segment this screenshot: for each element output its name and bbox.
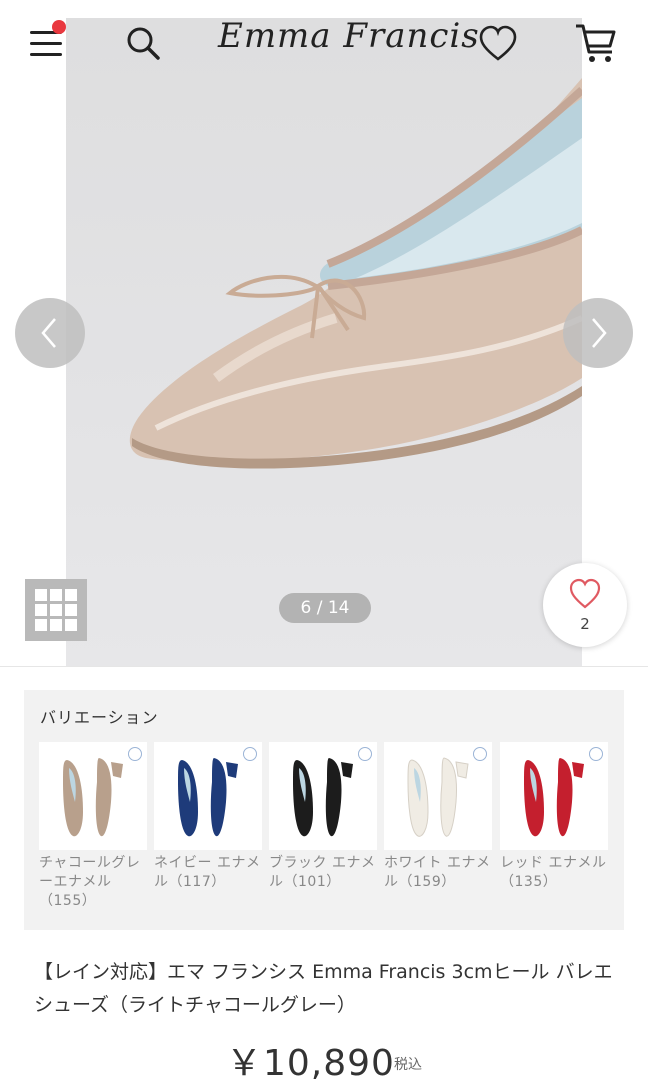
brand-logo[interactable]: Emma Francis	[218, 16, 479, 66]
product-image-gallery[interactable]: 6 / 14 2	[0, 0, 648, 666]
variation-thumbnail	[154, 742, 262, 850]
variation-item[interactable]: ネイビー エナメル（117）	[154, 742, 262, 892]
shoe-image	[129, 78, 582, 469]
variation-label: チャコールグレーエナメル（155）	[39, 855, 141, 909]
variation-item[interactable]: レッド エナメル（135）	[500, 742, 608, 892]
previous-image-button[interactable]	[15, 298, 85, 368]
variation-item[interactable]: ブラック エナメル（101）	[269, 742, 377, 892]
menu-line	[30, 42, 62, 45]
grid-cell	[65, 604, 77, 616]
badge-icon	[473, 747, 487, 761]
grid-cell	[50, 619, 62, 631]
grid-cell	[35, 619, 47, 631]
variation-item[interactable]: ホワイト エナメル（159）	[384, 742, 492, 892]
favorite-button[interactable]: 2	[543, 563, 627, 647]
wishlist-icon[interactable]	[478, 24, 518, 64]
favorite-count: 2	[580, 615, 590, 633]
chevron-left-icon	[41, 318, 56, 348]
product-title: 【レイン対応】エマ フランシス Emma Francis 3cmヒール バレエシ…	[34, 961, 613, 1016]
image-grid-button[interactable]	[25, 579, 87, 641]
variation-label: ブラック エナメル（101）	[269, 855, 376, 890]
variation-item[interactable]: チャコールグレーエナメル（155）	[39, 742, 147, 911]
divider	[0, 666, 648, 667]
tax-note: 税込	[394, 1057, 422, 1073]
heart-icon	[569, 578, 601, 609]
badge-icon	[358, 747, 372, 761]
menu-button[interactable]	[30, 20, 66, 58]
variation-thumbnail	[384, 742, 492, 850]
grid-cell	[35, 589, 47, 601]
cart-icon[interactable]	[574, 20, 620, 66]
variation-thumbnail	[500, 742, 608, 850]
grid-cell	[65, 589, 77, 601]
badge-icon	[243, 747, 257, 761]
site-header: Emma Francis	[0, 0, 648, 90]
variations-panel: バリエーション チャコールグレーエナメル（155） ネイビー エナメル（117）	[24, 690, 624, 930]
grid-cell	[35, 604, 47, 616]
product-price: ￥10,890	[226, 1043, 395, 1080]
product-photo[interactable]	[66, 18, 582, 666]
menu-line	[30, 53, 62, 56]
variation-label: ホワイト エナメル（159）	[384, 855, 491, 890]
grid-cell	[50, 604, 62, 616]
image-counter: 6 / 14	[279, 593, 371, 623]
badge-icon	[128, 747, 142, 761]
variation-thumbnail	[269, 742, 377, 850]
variation-thumbnail	[39, 742, 147, 850]
variations-title: バリエーション	[40, 708, 159, 727]
notification-dot	[52, 20, 66, 34]
chevron-right-icon	[592, 318, 607, 348]
search-icon[interactable]	[124, 24, 164, 64]
variation-label: ネイビー エナメル（117）	[154, 855, 261, 890]
badge-icon	[589, 747, 603, 761]
grid-cell	[65, 619, 77, 631]
next-image-button[interactable]	[563, 298, 633, 368]
grid-cell	[50, 589, 62, 601]
variation-label: レッド エナメル（135）	[500, 855, 607, 890]
